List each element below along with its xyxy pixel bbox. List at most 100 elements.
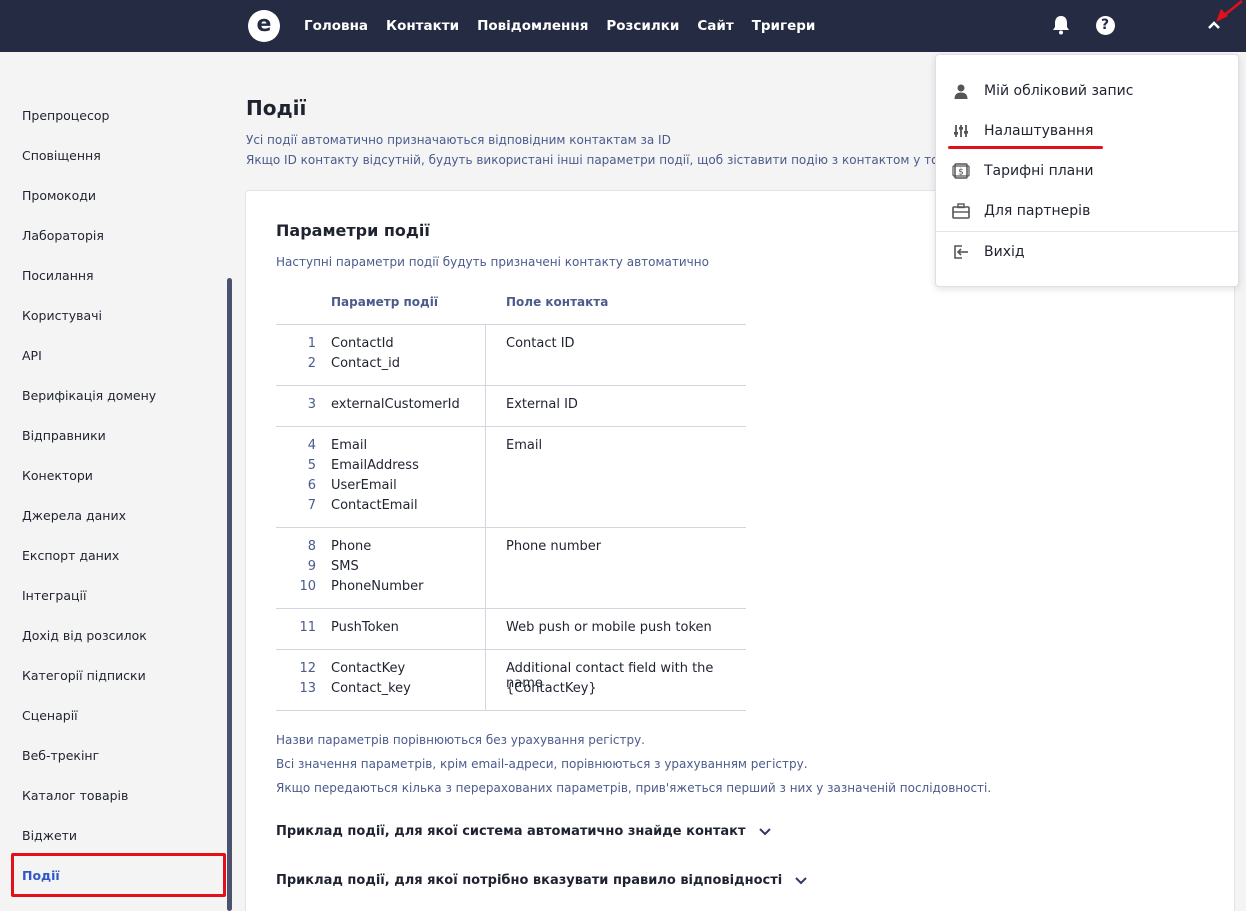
row-number: 1 — [307, 336, 316, 351]
sidebar-item-connectors[interactable]: Конектори — [22, 468, 93, 483]
row-number: 4 — [307, 438, 316, 453]
row-number: 12 — [299, 661, 316, 676]
card-title: Параметри події — [276, 221, 430, 240]
logout-icon — [952, 243, 970, 261]
sidebar-item-promocodes[interactable]: Промокоди — [22, 188, 96, 203]
sidebar-item-revenue[interactable]: Дохід від розсилок — [22, 628, 147, 643]
menu-item-label: Тарифні плани — [984, 163, 1094, 179]
sidebar-item-widgets[interactable]: Віджети — [22, 828, 77, 843]
row-divider — [276, 649, 746, 650]
active-item-highlight-box — [11, 853, 226, 897]
sidebar-item-subscription-categories[interactable]: Категорії підписки — [22, 668, 146, 683]
sidebar-item-notifications[interactable]: Сповіщення — [22, 148, 101, 163]
sidebar-item-laboratory[interactable]: Лабораторія — [22, 228, 104, 243]
sidebar-item-web-tracking[interactable]: Веб-трекінг — [22, 748, 99, 763]
accordion-label: Приклад події, для якої система автомати… — [276, 824, 746, 839]
row-number: 5 — [307, 458, 316, 473]
menu-item-settings[interactable]: Налаштування — [952, 119, 1093, 143]
row-divider — [276, 608, 746, 609]
sliders-icon — [952, 122, 970, 140]
row-divider — [276, 426, 746, 427]
menu-divider — [936, 231, 1238, 232]
param-name: UserEmail — [331, 478, 397, 493]
contact-field: Phone number — [506, 539, 602, 554]
accordion-match-rule-example[interactable]: Приклад події, для якої потрібно вказува… — [276, 873, 808, 888]
page-title: Події — [246, 96, 307, 120]
param-name: PushToken — [331, 620, 399, 635]
sidebar-item-api[interactable]: API — [22, 348, 42, 363]
sidebar-item-product-catalog[interactable]: Каталог товарів — [22, 788, 128, 803]
row-number: 3 — [307, 397, 316, 412]
accordion-label: Приклад події, для якої потрібно вказува… — [276, 873, 783, 888]
user-dropdown-menu: Мій обліковий запис Налаштування $ Тариф… — [935, 54, 1239, 287]
money-icon: $ — [952, 162, 970, 180]
header-divider — [276, 324, 746, 325]
param-name: PhoneNumber — [331, 579, 424, 594]
param-name: ContactEmail — [331, 498, 418, 513]
help-icon[interactable]: ? — [1094, 14, 1116, 36]
sidebar-item-data-export[interactable]: Експорт даних — [22, 548, 119, 563]
chevron-down-icon[interactable] — [794, 876, 808, 886]
param-name: externalCustomerId — [331, 397, 460, 412]
nav-home[interactable]: Головна — [304, 18, 368, 34]
nav-messages[interactable]: Повідомлення — [477, 18, 588, 34]
param-name: Contact_key — [331, 681, 411, 696]
sidebar-item-integrations[interactable]: Інтеграції — [22, 588, 86, 603]
card-subtitle: Наступні параметри події будуть призначе… — [276, 255, 709, 269]
nav-triggers[interactable]: Тригери — [752, 18, 816, 34]
briefcase-icon — [952, 202, 970, 220]
note-first-match: Якщо передаються кілька з перерахованих … — [276, 781, 992, 795]
contact-field: External ID — [506, 397, 578, 412]
chevron-down-icon[interactable] — [758, 827, 772, 837]
nav-site[interactable]: Сайт — [697, 18, 733, 34]
menu-item-account[interactable]: Мій обліковий запис — [952, 79, 1133, 103]
row-number: 10 — [299, 579, 316, 594]
row-number: 2 — [307, 356, 316, 371]
menu-item-partners[interactable]: Для партнерів — [952, 199, 1090, 223]
sidebar-scrollbar[interactable] — [227, 278, 232, 911]
red-underline-annotation — [948, 146, 1103, 149]
menu-item-label: Мій обліковий запис — [984, 83, 1134, 99]
column-header-field: Поле контакта — [506, 295, 609, 309]
contact-field: Email — [506, 438, 543, 453]
nav-contacts[interactable]: Контакти — [386, 18, 459, 34]
menu-item-label: Для партнерів — [984, 203, 1091, 219]
svg-text:$: $ — [958, 168, 964, 178]
contact-field: Contact ID — [506, 336, 575, 351]
param-name: Phone — [331, 539, 372, 554]
row-number: 9 — [307, 559, 316, 574]
param-name: SMS — [331, 559, 359, 574]
param-name: Email — [331, 438, 368, 453]
top-navigation-bar: e Головна Контакти Повідомлення Розсилки… — [0, 0, 1246, 52]
user-icon — [952, 82, 970, 100]
column-divider — [485, 324, 486, 710]
row-number: 6 — [307, 478, 316, 493]
accordion-auto-match-example[interactable]: Приклад події, для якої система автомати… — [276, 824, 772, 839]
sidebar-item-scenarios[interactable]: Сценарії — [22, 708, 78, 723]
page-description-line-2: Якщо ID контакту відсутній, будуть викор… — [246, 153, 974, 167]
sidebar-item-data-sources[interactable]: Джерела даних — [22, 508, 126, 523]
column-header-param: Параметр події — [331, 295, 438, 309]
param-name: Contact_id — [331, 356, 400, 371]
sidebar-item-users[interactable]: Користувачі — [22, 308, 102, 323]
row-divider — [276, 527, 746, 528]
menu-item-label: Вихід — [984, 244, 1025, 260]
contact-field: {ContactKey} — [506, 681, 597, 696]
menu-item-logout[interactable]: Вихід — [952, 240, 1025, 264]
event-params-card: Параметри події Наступні параметри події… — [245, 190, 1235, 911]
row-number: 11 — [299, 620, 316, 635]
e-logo-icon[interactable]: e — [248, 10, 280, 42]
param-name: EmailAddress — [331, 458, 419, 473]
sidebar-item-senders[interactable]: Відправники — [22, 428, 106, 443]
sidebar-item-links[interactable]: Посилання — [22, 268, 94, 283]
menu-item-plans[interactable]: $ Тарифні плани — [952, 159, 1094, 183]
note-case-insensitive: Назви параметрів порівнюються без урахув… — [276, 733, 645, 747]
menu-item-label: Налаштування — [984, 123, 1094, 139]
sidebar-item-domain-verification[interactable]: Верифікація домену — [22, 388, 156, 403]
bell-icon[interactable] — [1050, 14, 1072, 36]
sidebar-item-preprocessor[interactable]: Препроцесор — [22, 108, 109, 123]
main-nav: Головна Контакти Повідомлення Розсилки С… — [304, 0, 833, 52]
row-divider — [276, 710, 746, 711]
nav-campaigns[interactable]: Розсилки — [606, 18, 679, 34]
param-name: ContactId — [331, 336, 394, 351]
